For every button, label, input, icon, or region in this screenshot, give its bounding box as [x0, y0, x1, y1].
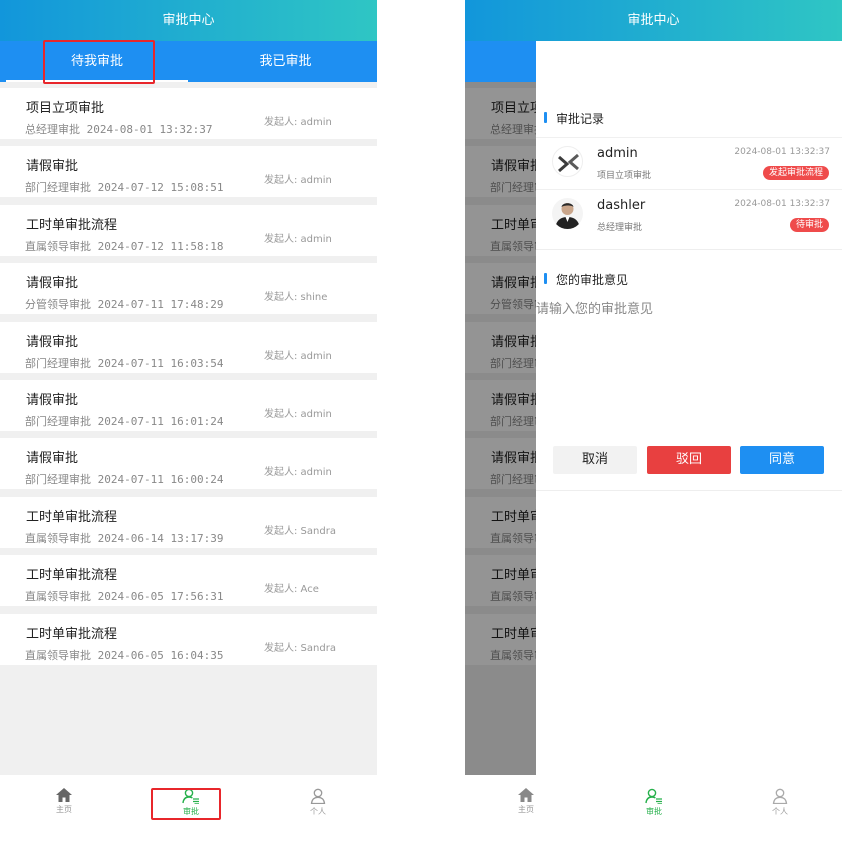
approval-detail-screen: 审批中心 待我审批 我已审批 项目立项审批总经理审批 2024-08-01 13…	[465, 0, 842, 775]
list-item[interactable]: 工时单审批流程 直属领导审批 2024-06-05 17:56:31 发起人: …	[0, 555, 377, 606]
item-subtitle: 部门经理审批 2024-07-11 16:01:24	[25, 415, 224, 428]
list-item[interactable]: 工时单审批流程 直属领导审批 2024-06-14 13:17:39 发起人: …	[0, 497, 377, 548]
approve-icon	[645, 788, 662, 804]
record-item: admin 项目立项审批 2024-08-01 13:32:37 发起审批流程	[536, 137, 842, 189]
logo-avatar-icon	[558, 153, 579, 173]
cancel-button[interactable]: 取消	[553, 446, 637, 474]
item-initiator: 发起人: Sandra	[264, 526, 336, 537]
item-initiator: 发起人: Ace	[264, 584, 319, 595]
item-title: 项目立项审批	[26, 101, 105, 116]
divider	[536, 490, 842, 491]
item-title: 工时单审批流程	[26, 510, 118, 525]
list-item[interactable]: 工时单审批流程 直属领导审批 2024-07-12 11:58:18 发起人: …	[0, 205, 377, 256]
page-title: 审批中心	[465, 0, 842, 41]
item-title: 工时单审批流程	[26, 627, 118, 642]
record-name: dashler	[597, 198, 646, 213]
record-item: dashler 总经理审批 2024-08-01 13:32:37 待审批	[536, 189, 842, 241]
list-item[interactable]: 请假审批 部门经理审批 2024-07-12 15:08:51 发起人: adm…	[0, 146, 377, 197]
item-subtitle: 直属领导审批 2024-06-14 13:17:39	[25, 532, 224, 545]
item-subtitle: 总经理审批 2024-08-01 13:32:37	[25, 123, 213, 136]
status-badge: 发起审批流程	[762, 166, 829, 180]
record-step: 总经理审批	[597, 223, 643, 233]
item-title: 工时单审批流程	[26, 568, 118, 583]
person-avatar-icon	[555, 203, 580, 229]
item-initiator: 发起人: Sandra	[264, 643, 336, 654]
bottom-tab-bar: 主页 审批 个人	[465, 782, 842, 836]
record-name: admin	[597, 146, 638, 161]
item-initiator: 发起人: admin	[264, 467, 332, 478]
tab-me-label: 个人	[310, 807, 326, 816]
item-title: 请假审批	[26, 451, 79, 466]
avatar	[552, 146, 583, 177]
approval-drawer: 审批记录 admin 项目立项审批 2024-08-01 13:32:37 发起…	[536, 41, 842, 775]
opinion-input[interactable]: 请输入您的审批意见	[536, 298, 653, 317]
reject-button[interactable]: 驳回	[647, 446, 731, 474]
record-step: 项目立项审批	[597, 171, 652, 181]
item-subtitle: 部门经理审批 2024-07-11 16:00:24	[25, 473, 224, 486]
agree-button[interactable]: 同意	[740, 446, 824, 474]
item-subtitle: 分管领导审批 2024-07-11 17:48:29	[25, 298, 224, 311]
list-item[interactable]: 工时单审批流程 直属领导审批 2024-06-05 16:04:35 发起人: …	[0, 614, 377, 665]
status-badge: 待审批	[789, 218, 829, 232]
records-heading: 审批记录	[544, 110, 604, 127]
tab-home[interactable]: 主页	[496, 782, 556, 836]
approval-list-screen: 审批中心 待我审批 我已审批 项目立项审批 总经理审批 2024-08-01 1…	[0, 0, 377, 775]
tab-home[interactable]: 主页	[34, 782, 94, 836]
list-item[interactable]: 请假审批 部门经理审批 2024-07-11 16:03:54 发起人: adm…	[0, 322, 377, 373]
item-initiator: 发起人: admin	[264, 409, 332, 420]
home-icon	[518, 788, 534, 802]
item-initiator: 发起人: admin	[264, 117, 332, 128]
item-title: 工时单审批流程	[26, 218, 118, 233]
page-title: 审批中心	[0, 0, 377, 41]
tab-done[interactable]: 我已审批	[194, 41, 377, 82]
item-title: 请假审批	[26, 335, 79, 350]
item-title: 请假审批	[26, 276, 79, 291]
list-item[interactable]: 请假审批 分管领导审批 2024-07-11 17:48:29 发起人: shi…	[0, 263, 377, 314]
record-time: 2024-08-01 13:32:37	[734, 199, 830, 209]
item-subtitle: 直属领导审批 2024-06-05 17:56:31	[25, 590, 224, 603]
item-title: 请假审批	[26, 159, 79, 174]
tab-me[interactable]: 个人	[750, 782, 810, 836]
item-subtitle: 直属领导审批 2024-07-12 11:58:18	[25, 240, 224, 253]
item-title: 请假审批	[26, 393, 79, 408]
item-initiator: 发起人: shine	[264, 292, 328, 303]
record-time: 2024-08-01 13:32:37	[734, 147, 830, 157]
item-initiator: 发起人: admin	[264, 234, 332, 245]
item-initiator: 发起人: admin	[264, 175, 332, 186]
highlight-box	[43, 40, 155, 84]
tab-approve-label: 审批	[646, 807, 662, 816]
tab-me[interactable]: 个人	[288, 782, 348, 836]
list-item[interactable]: 请假审批 部门经理审批 2024-07-11 16:01:24 发起人: adm…	[0, 380, 377, 431]
avatar	[552, 198, 583, 229]
tab-home-label: 主页	[518, 805, 534, 814]
tab-approve[interactable]: 审批	[624, 782, 684, 836]
list-item[interactable]: 项目立项审批 总经理审批 2024-08-01 13:32:37 发起人: ad…	[0, 88, 377, 139]
user-icon	[310, 788, 326, 804]
item-subtitle: 部门经理审批 2024-07-11 16:03:54	[25, 357, 224, 370]
list-item[interactable]: 请假审批 部门经理审批 2024-07-11 16:00:24 发起人: adm…	[0, 438, 377, 489]
item-subtitle: 直属领导审批 2024-06-05 16:04:35	[25, 649, 224, 662]
divider	[536, 249, 842, 250]
highlight-box	[151, 788, 221, 820]
user-icon	[772, 788, 788, 804]
home-icon	[56, 788, 72, 802]
tab-home-label: 主页	[56, 805, 72, 814]
item-subtitle: 部门经理审批 2024-07-12 15:08:51	[25, 181, 224, 194]
opinion-heading: 您的审批意见	[544, 271, 628, 288]
item-initiator: 发起人: admin	[264, 351, 332, 362]
tab-me-label: 个人	[772, 807, 788, 816]
